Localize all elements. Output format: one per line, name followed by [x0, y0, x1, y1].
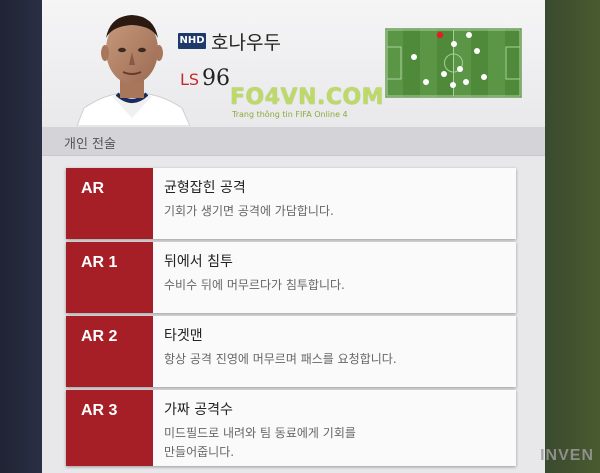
player-dot [441, 71, 447, 77]
overall-rating: 96 [202, 66, 230, 91]
player-dot [411, 54, 417, 60]
tactic-description: 기회가 생기면 공격에 가담합니다. [164, 204, 334, 218]
tactic-title: 가짜 공격수 [164, 402, 233, 418]
player-dot [474, 48, 480, 54]
player-name: 호나우두 [211, 32, 281, 54]
player-dot [457, 66, 463, 72]
player-header: NHD 호나우두 LS 96 FO4VN.COM Trang thông tin… [42, 0, 545, 126]
player-dot [450, 82, 456, 88]
player-dot [481, 74, 487, 80]
position-pitch-map [385, 28, 522, 98]
section-title: 개인 전술 [64, 137, 116, 152]
tactic-card-ar[interactable]: AR 균형잡힌 공격 기회가 생기면 공격에 가담합니다. [66, 168, 516, 239]
tactic-title: 균형잡힌 공격 [164, 180, 246, 196]
tactic-description: 항상 공격 진영에 머무르며 패스를 요청합니다. [164, 352, 397, 366]
player-dot [466, 32, 472, 38]
tactic-code: AR [66, 168, 153, 239]
site-tagline: Trang thông tin FIFA Online 4 [232, 110, 348, 119]
player-panel: NHD 호나우두 LS 96 FO4VN.COM Trang thông tin… [42, 0, 545, 473]
tactic-card-ar1[interactable]: AR 1 뒤에서 침투 수비수 뒤에 머무르다가 침투합니다. [66, 242, 516, 313]
tactic-code: AR 1 [66, 242, 153, 313]
tactic-title: 뒤에서 침투 [164, 254, 233, 270]
site-watermark: FO4VN.COM [230, 85, 385, 110]
nation-badge: NHD [178, 33, 206, 49]
player-dot-highlight [436, 31, 444, 39]
player-dot [451, 41, 457, 47]
section-header: 개인 전술 [42, 127, 545, 156]
tactic-card-ar2[interactable]: AR 2 타겟맨 항상 공격 진영에 머무르며 패스를 요청합니다. [66, 316, 516, 387]
inven-watermark: INVEN [540, 447, 594, 464]
tactic-code: AR 3 [66, 390, 153, 466]
tactic-description: 미드필드로 내려와 팀 동료에게 기회를 만들어줍니다. [164, 426, 356, 459]
player-dot [423, 79, 429, 85]
player-photo [72, 8, 192, 126]
tactic-description: 수비수 뒤에 머무르다가 침투합니다. [164, 278, 345, 292]
position-label: LS [180, 70, 200, 89]
tactic-card-ar3[interactable]: AR 3 가짜 공격수 미드필드로 내려와 팀 동료에게 기회를 만들어줍니다. [66, 390, 516, 466]
tactic-code: AR 2 [66, 316, 153, 387]
player-dot [463, 79, 469, 85]
tactic-title: 타겟맨 [164, 328, 203, 344]
